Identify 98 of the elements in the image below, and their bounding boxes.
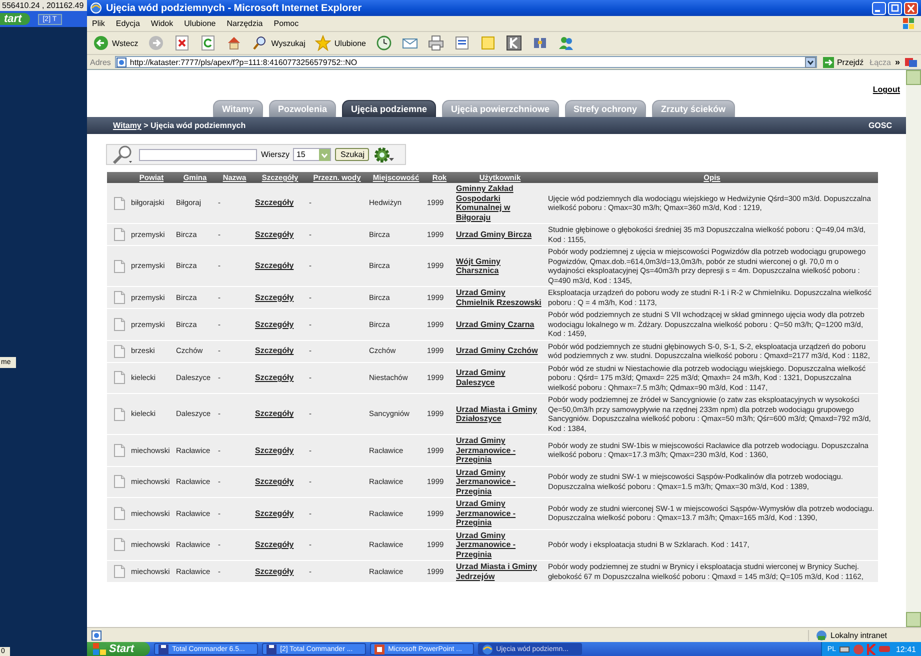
document-icon [454,35,470,51]
document-icon[interactable] [114,318,125,331]
windows-logo-icon [93,643,106,655]
details-link[interactable]: Szczegóły [255,230,294,239]
document-icon[interactable] [114,260,125,272]
start-button[interactable]: tart [0,13,30,25]
details-link[interactable]: Szczegóły [255,409,294,418]
document-icon[interactable] [114,344,125,358]
user-link[interactable]: Urzad Gminy Jerzmanowice - Przeginia [456,436,544,464]
home-icon [226,35,242,51]
menu-item[interactable]: Plik [92,19,105,28]
details-link[interactable]: Szczegóły [255,446,294,454]
menu-item[interactable]: Narzędzia [226,19,263,28]
user-link[interactable]: Urzad Gminy Jerzmanowice - Przeginia [456,468,544,496]
menu-item[interactable]: Ulubione [184,19,216,28]
user-link[interactable]: Gminny Zakład Gospodarki Komunalnej w Biłgoraju [456,184,544,222]
clock: 12:41 [896,644,916,654]
menu-item[interactable]: Widok [150,19,174,28]
browser-icon [482,644,494,654]
search-button[interactable]: Wyszukaj [249,34,308,52]
page-icon [91,630,102,640]
document-icon[interactable] [114,475,125,488]
address-field[interactable]: http://kataster:7777/pls/apex/f?p=111:8:4160773256579752::NO [114,56,817,68]
document-icon[interactable] [114,371,125,384]
coordinates-text: 556410.24 , 201162.49 [0,0,87,11]
k-logo-icon [506,35,522,51]
close-icon[interactable] [904,2,918,14]
breadcrumb-link[interactable]: Witamy [113,121,142,130]
history-icon [376,35,392,51]
note-icon [480,35,496,51]
menu-item[interactable]: Edycja [116,19,140,28]
search-icon[interactable] [111,144,135,164]
browser-icon [90,2,102,14]
document-icon[interactable] [114,408,125,420]
document-icon[interactable] [114,291,125,304]
user-link[interactable]: Urzad Gminy Daleszyce [456,368,544,388]
slides-icon [374,644,386,654]
user-link[interactable]: Urzad Miasta i Gminy Działoszyce [456,404,544,424]
document-icon[interactable] [114,228,125,241]
details-link[interactable]: Szczegóły [255,508,294,518]
dropdown-icon [319,148,330,160]
user-link[interactable]: Urzad Gminy Czarna [456,320,544,329]
user-link[interactable]: Urzad Gminy Bircza [456,230,544,240]
user-link[interactable]: Urzad Gminy Jerzmanowice - Przeginia [456,530,544,559]
binoculars-icon [532,35,548,51]
document-icon[interactable] [114,196,125,210]
favorites-button[interactable]: Ulubione [312,34,369,52]
user-link[interactable]: Urzad Gminy Chmielnik Rzeszowski [456,288,544,307]
details-link[interactable]: Szczegóły [255,320,294,328]
details-link[interactable]: Szczegóły [255,477,294,486]
security-zone: Lokalny intranet [830,630,887,640]
k-logo-icon[interactable] [866,644,876,654]
minimize-icon[interactable] [872,2,886,14]
rows-dropdown[interactable]: 15 [293,148,332,161]
details-link[interactable]: Szczegóły [255,292,294,302]
user-link[interactable]: Urzad Gminy Jerzmanowice - Przeginia [456,499,544,528]
rows-label: Wierszy [261,150,290,159]
network-icon [814,630,828,640]
printer-icon[interactable] [838,644,850,654]
menu-item[interactable]: Pomoc [274,19,299,28]
go-button[interactable]: Przejdź [820,56,866,68]
star-icon [315,35,332,51]
details-link[interactable]: Szczegóły [255,346,294,356]
back-button[interactable]: Wstecz [90,34,142,52]
start-button[interactable]: Start [87,642,150,656]
details-link[interactable]: Szczegóły [255,261,294,270]
document-icon[interactable] [114,506,125,520]
page-icon [116,56,127,68]
user-link[interactable]: Urzad Gminy Czchów [456,346,544,356]
breadcrumb-text: > Ujęcia wód podziemnych [142,121,246,130]
refresh-icon [200,35,216,51]
details-link[interactable]: Szczegóły [255,373,294,382]
printer-icon [428,35,444,51]
go-arrow-icon [822,56,834,68]
search-icon [252,35,268,51]
user-link[interactable]: Wójt Gminy Charsznica [456,256,544,276]
search-field[interactable] [139,148,257,160]
gear-icon[interactable] [373,146,396,164]
tab[interactable]: Ujęcia podziemne [342,100,436,117]
dropdown-icon[interactable] [804,56,816,68]
windows-logo-icon [902,17,916,30]
details-link[interactable]: Szczegóły [255,198,294,208]
stop-icon [174,35,190,51]
window-title: Ujęcia wód podziemnych - Microsoft Internet Explorer [106,2,362,14]
people-icon [558,35,574,51]
logout-link[interactable]: Logout [872,85,900,97]
scrollbar[interactable] [906,70,921,627]
details-link[interactable]: Szczegóły [255,540,294,549]
user-name: GOSC [868,121,892,130]
address-label: Adres [90,58,111,66]
details-link[interactable]: Szczegóły [255,566,294,576]
more-chevron[interactable]: » [894,57,900,67]
search-button[interactable]: Szukaj [335,148,370,161]
user-link[interactable]: Urzad Miasta i Gminy Jedrzejów [456,562,544,581]
document-icon[interactable] [114,565,125,578]
document-icon[interactable] [114,538,125,552]
maximize-icon[interactable] [888,2,902,14]
document-icon[interactable] [114,444,125,457]
